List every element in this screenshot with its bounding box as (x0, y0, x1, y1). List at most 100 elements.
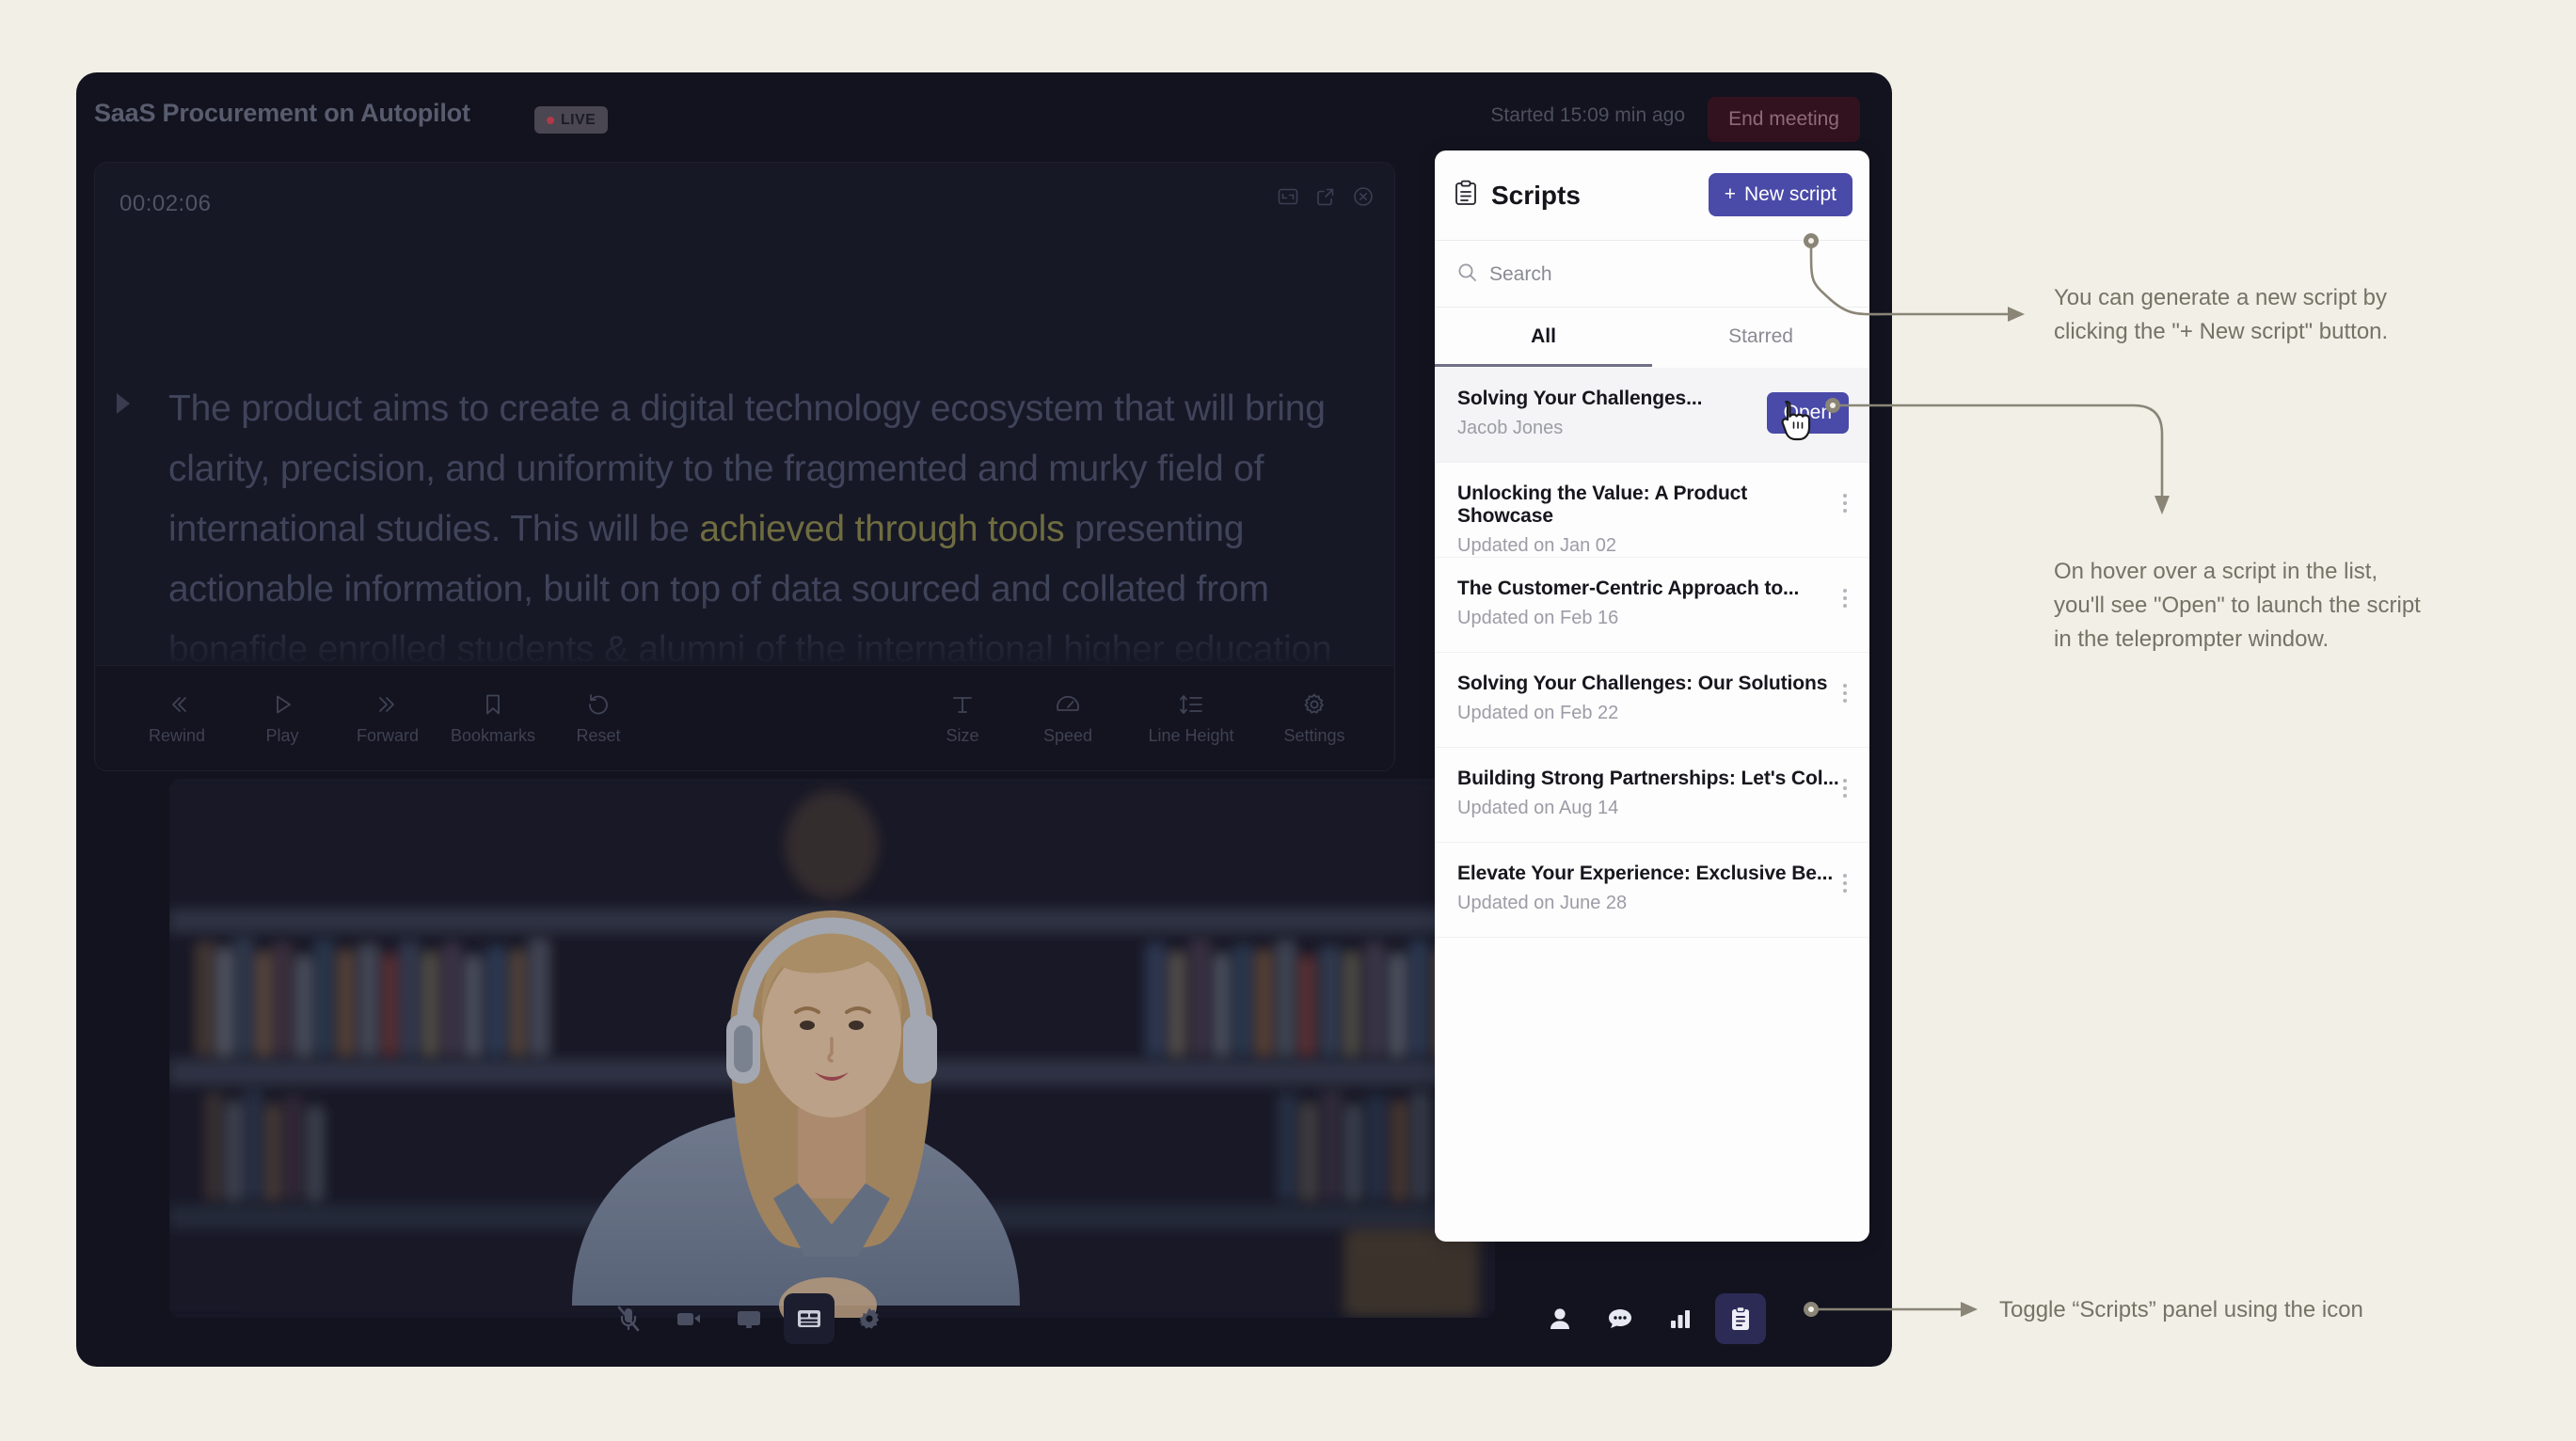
bookmarks-button[interactable]: Bookmarks (440, 691, 546, 746)
teleprompter-timer: 00:02:06 (119, 191, 212, 216)
script-menu-icon[interactable] (1843, 779, 1847, 798)
scripts-list: Solving Your Challenges... Jacob Jones O… (1435, 368, 1869, 1242)
size-label: Size (946, 725, 979, 745)
list-item[interactable]: The Customer-Centric Approach to... Upda… (1435, 558, 1869, 653)
status-badge: LIVE (534, 106, 609, 134)
annotation-1-line-1: You can generate a new script by (2054, 285, 2388, 310)
speed-label: Speed (1042, 725, 1093, 745)
meeting-controls-bar (76, 1273, 1892, 1367)
rewind-icon (164, 691, 190, 718)
camera-icon[interactable] (663, 1293, 714, 1344)
scripts-panel-title: Scripts (1491, 180, 1581, 210)
close-icon[interactable] (1353, 186, 1374, 207)
gear-icon (1301, 691, 1328, 718)
scripts-icon[interactable] (1715, 1293, 1766, 1344)
annotation-3: Toggle “Scripts” panel using the icon (1999, 1293, 2526, 1327)
tab-starred[interactable]: Starred (1652, 309, 1869, 367)
scripts-panel: Scripts + New script Search All Starred … (1435, 150, 1869, 1242)
microphone-muted-icon[interactable] (603, 1293, 654, 1344)
forward-label: Forward (356, 725, 419, 745)
script-menu-icon[interactable] (1843, 494, 1847, 513)
meeting-controls-right (1534, 1293, 1766, 1344)
script-subtitle: Updated on Aug 14 (1457, 798, 1619, 818)
teleprompter-icon[interactable] (784, 1293, 835, 1344)
script-title: Solving Your Challenges: Our Solutions (1457, 673, 1828, 694)
play-label: Play (265, 725, 299, 745)
new-script-label: New script (1743, 183, 1837, 205)
script-title: Building Strong Partnerships: Let's Col.… (1457, 768, 1839, 789)
screen-share-icon[interactable] (724, 1293, 774, 1344)
teleprompter-panel: 00:02:06 The product aims to create a di… (94, 162, 1395, 771)
list-item[interactable]: Elevate Your Experience: Exclusive Be...… (1435, 843, 1869, 938)
tab-all[interactable]: All (1435, 309, 1652, 367)
meeting-controls-left (603, 1293, 895, 1344)
participant-video (169, 779, 1495, 1318)
bookmarks-label: Bookmarks (450, 725, 536, 745)
reset-button[interactable]: Reset (546, 691, 651, 746)
forward-icon (374, 691, 401, 718)
line-height-button[interactable]: Line Height (1121, 691, 1262, 746)
script-subtitle: Updated on Feb 22 (1457, 703, 1619, 723)
new-script-button[interactable]: + New script (1708, 173, 1852, 216)
size-button[interactable]: Size (910, 691, 1015, 746)
search-input[interactable]: Search (1435, 242, 1869, 308)
annotation-2: On hover over a script in the list, you'… (2054, 555, 2524, 657)
annotation-2-line-1: On hover over a script in the list, (2054, 559, 2378, 584)
teleprompter-position-caret-icon (117, 393, 130, 414)
video-tile[interactable] (169, 779, 1495, 1318)
reset-label: Reset (576, 725, 621, 745)
script-text-highlight: achieved through tools (699, 509, 1065, 549)
teleprompter-toolbar-left: Rewind Play Forward Bookmarks Reset (124, 691, 651, 746)
search-placeholder: Search (1489, 262, 1552, 285)
annotation-1: You can generate a new script by clickin… (2054, 281, 2496, 349)
forward-button[interactable]: Forward (335, 691, 440, 746)
plus-icon: + (1724, 183, 1736, 205)
teleprompter-toolbar-right: Size Speed Line Height Settings (910, 691, 1367, 746)
analytics-icon[interactable] (1655, 1293, 1706, 1344)
end-meeting-button[interactable]: End meeting (1708, 97, 1860, 142)
settings-button[interactable]: Settings (1262, 691, 1367, 746)
script-subtitle: Updated on Jan 02 (1457, 535, 1617, 556)
list-item[interactable]: Solving Your Challenges: Our Solutions U… (1435, 653, 1869, 748)
speedometer-icon (1055, 691, 1081, 718)
text-size-icon (949, 691, 976, 718)
scripts-panel-header: Scripts + New script (1435, 150, 1869, 241)
participants-icon[interactable] (1534, 1293, 1585, 1344)
page-root: SaaS Procurement on Autopilot LIVE Start… (0, 0, 2576, 1441)
settings-label: Settings (1283, 725, 1345, 745)
settings-gear-icon[interactable] (844, 1293, 895, 1344)
clipboard-icon (1454, 180, 1478, 211)
line-height-icon (1178, 691, 1204, 718)
teleprompter-window-controls (1278, 186, 1374, 207)
play-icon (269, 691, 295, 718)
reset-icon (585, 691, 612, 718)
script-menu-icon[interactable] (1843, 874, 1847, 893)
rewind-label: Rewind (148, 725, 206, 745)
page-title: SaaS Procurement on Autopilot (94, 99, 470, 127)
app-header: SaaS Procurement on Autopilot LIVE Start… (76, 72, 1892, 155)
script-subtitle: Updated on Feb 16 (1457, 608, 1619, 628)
scripts-tabs: All Starred (1435, 309, 1869, 367)
annotation-2-line-2: you'll see "Open" to launch the script (2054, 593, 2421, 618)
script-subtitle: Updated on June 28 (1457, 893, 1628, 913)
annotation-3-line-1: Toggle “Scripts” panel using the icon (1999, 1297, 2363, 1322)
script-title: Unlocking the Value: A Product Showcase (1457, 483, 1748, 527)
scripts-panel-title-wrap: Scripts (1454, 180, 1581, 211)
popout-icon[interactable] (1315, 186, 1336, 207)
teleprompter-toolbar: Rewind Play Forward Bookmarks Reset Size… (96, 665, 1393, 770)
list-item[interactable]: Unlocking the Value: A Product Showcase … (1435, 463, 1869, 558)
play-button[interactable]: Play (230, 691, 335, 746)
annotation-1-line-2: clicking the "+ New script" button. (2054, 319, 2389, 344)
search-icon (1457, 262, 1477, 287)
chat-icon[interactable] (1595, 1293, 1646, 1344)
script-menu-icon[interactable] (1843, 684, 1847, 703)
rewind-button[interactable]: Rewind (124, 691, 230, 746)
live-label: LIVE (561, 111, 596, 128)
minimize-icon[interactable] (1278, 186, 1298, 207)
script-menu-icon[interactable] (1843, 589, 1847, 608)
list-item[interactable]: Building Strong Partnerships: Let's Col.… (1435, 748, 1869, 843)
script-title: The Customer-Centric Approach to... (1457, 578, 1800, 599)
script-title: Elevate Your Experience: Exclusive Be... (1457, 863, 1834, 884)
annotation-2-line-3: in the teleprompter window. (2054, 626, 2330, 652)
speed-button[interactable]: Speed (1015, 691, 1121, 746)
